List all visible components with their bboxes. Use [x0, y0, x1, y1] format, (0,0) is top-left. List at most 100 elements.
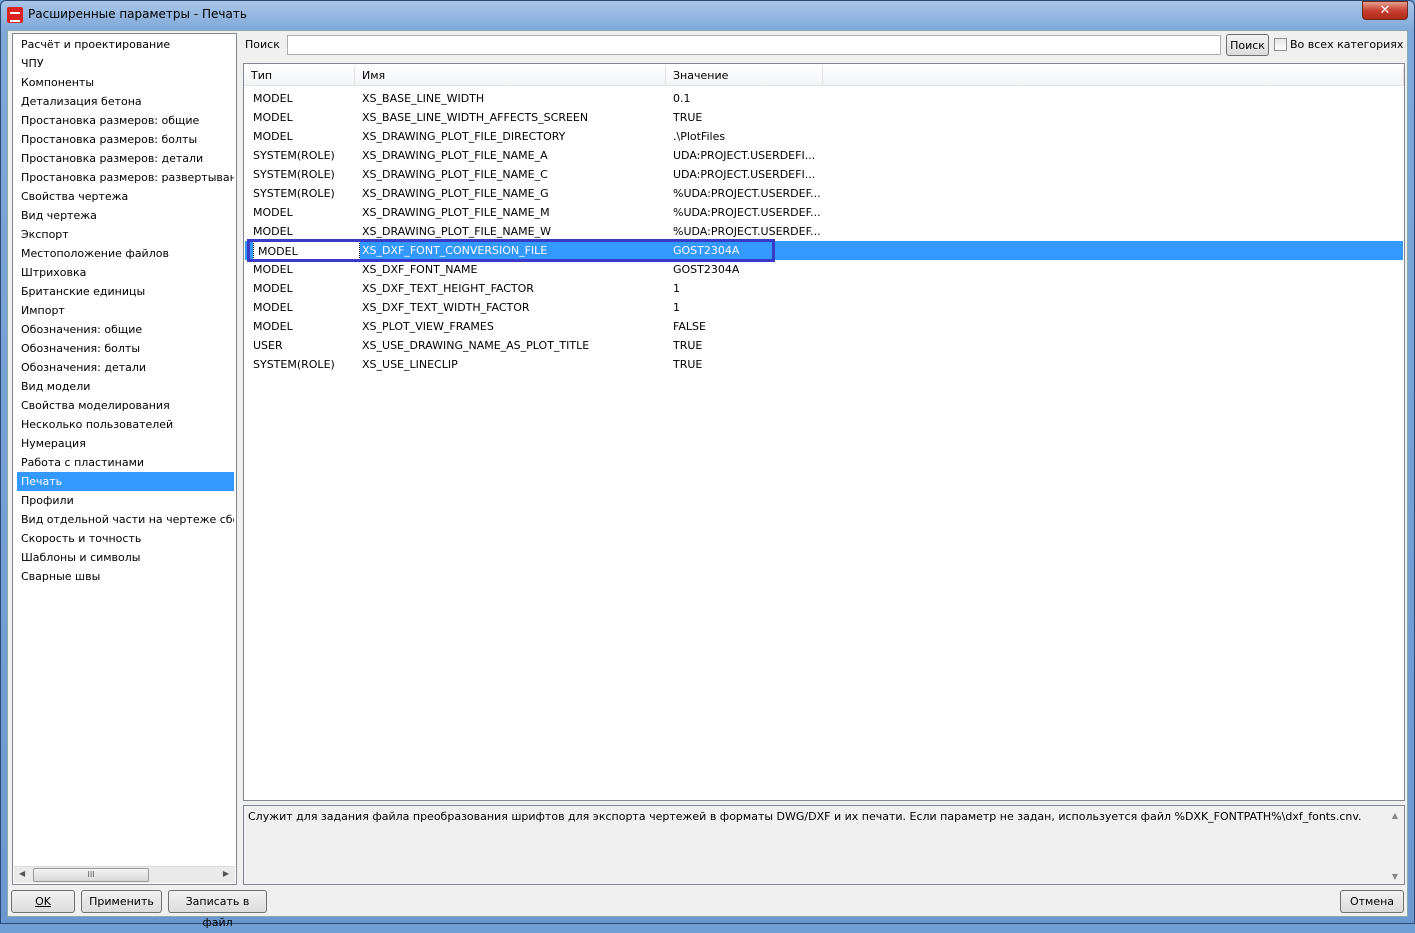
cell-type[interactable]: MODEL — [253, 108, 293, 127]
cell-type[interactable]: SYSTEM(ROLE) — [253, 355, 335, 374]
category-item[interactable]: Компоненты — [17, 73, 234, 92]
cell-name[interactable]: XS_DXF_TEXT_HEIGHT_FACTOR — [362, 279, 534, 298]
cell-value[interactable]: UDA:PROJECT.USERDEFI... — [673, 165, 815, 184]
horizontal-scrollbar[interactable]: ◀ III ▶ — [14, 866, 235, 883]
cell-name[interactable]: XS_PLOT_VIEW_FRAMES — [362, 317, 494, 336]
cell-value[interactable]: TRUE — [673, 336, 702, 355]
category-item[interactable]: Печать — [17, 472, 234, 491]
cell-name[interactable]: XS_DRAWING_PLOT_FILE_DIRECTORY — [362, 127, 565, 146]
category-item[interactable]: Экспорт — [17, 225, 234, 244]
category-item[interactable]: Детализация бетона — [17, 92, 234, 111]
cell-value[interactable]: 1 — [673, 279, 680, 298]
ok-button[interactable]: OK — [11, 890, 75, 913]
table-row[interactable]: MODEL XS_DRAWING_PLOT_FILE_NAME_W %UDA:PRO… — [245, 222, 1403, 241]
cell-value[interactable]: %UDA:PROJECT.USERDEF... — [673, 222, 821, 241]
category-item[interactable]: Импорт — [17, 301, 234, 320]
cell-value[interactable]: %UDA:PROJECT.USERDEF... — [673, 184, 821, 203]
cancel-button[interactable]: Отмена — [1340, 890, 1404, 913]
category-item[interactable]: Штриховка — [17, 263, 234, 282]
cell-name[interactable]: XS_DXF_TEXT_WIDTH_FACTOR — [362, 298, 530, 317]
table-row[interactable]: MODEL XS_PLOT_VIEW_FRAMES FALSE — [245, 317, 1403, 336]
cell-name[interactable]: XS_DRAWING_PLOT_FILE_NAME_W — [362, 222, 551, 241]
category-item[interactable]: Работа с пластинами — [17, 453, 234, 472]
cell-type[interactable]: MODEL — [253, 241, 360, 262]
scroll-left-icon[interactable]: ◀ — [19, 869, 25, 878]
apply-button[interactable]: Применить — [81, 890, 162, 913]
cell-name[interactable]: XS_USE_DRAWING_NAME_AS_PLOT_TITLE — [362, 336, 589, 355]
close-button[interactable]: ✕ — [1362, 1, 1408, 20]
search-button[interactable]: Поиск — [1226, 34, 1269, 56]
header-type[interactable]: Тип — [244, 66, 355, 86]
cell-type[interactable]: MODEL — [253, 203, 293, 222]
cell-value[interactable]: %UDA:PROJECT.USERDEF... — [673, 203, 821, 222]
category-item[interactable]: Простановка размеров: болты — [17, 130, 234, 149]
cell-value[interactable]: TRUE — [673, 355, 702, 374]
table-row[interactable]: MODEL XS_DRAWING_PLOT_FILE_NAME_M %UDA:PRO… — [245, 203, 1403, 222]
category-item[interactable]: Профили — [17, 491, 234, 510]
cell-name[interactable]: XS_BASE_LINE_WIDTH_AFFECTS_SCREEN — [362, 108, 588, 127]
table-row[interactable]: MODEL XS_DXF_TEXT_WIDTH_FACTOR 1 — [245, 298, 1403, 317]
category-item[interactable]: Скорость и точность — [17, 529, 234, 548]
cell-type[interactable]: MODEL — [253, 89, 293, 108]
category-item[interactable]: Простановка размеров: детали — [17, 149, 234, 168]
table-row[interactable]: SYSTEM(ROLE) XS_DRAWING_PLOT_FILE_NAME_C U… — [245, 165, 1403, 184]
cell-type[interactable]: USER — [253, 336, 283, 355]
category-item[interactable]: Свойства чертежа — [17, 187, 234, 206]
cell-value[interactable]: 1 — [673, 298, 680, 317]
category-item[interactable]: Расчёт и проектирование — [17, 35, 234, 54]
vertical-scrollbar[interactable]: ▲ ▼ — [1387, 807, 1403, 883]
scroll-thumb[interactable]: III — [33, 868, 149, 882]
cell-name[interactable]: XS_DRAWING_PLOT_FILE_NAME_A — [362, 146, 548, 165]
category-item[interactable]: ЧПУ — [17, 54, 234, 73]
table-row[interactable]: MODEL XS_DRAWING_PLOT_FILE_DIRECTORY .\Plo… — [245, 127, 1403, 146]
cell-value[interactable]: UDA:PROJECT.USERDEFI... — [673, 146, 815, 165]
cell-value[interactable]: TRUE — [673, 108, 702, 127]
cell-type[interactable]: SYSTEM(ROLE) — [253, 165, 335, 184]
table-row[interactable]: MODEL XS_DXF_FONT_CONVERSION_FILE GOST2304… — [245, 239, 1403, 262]
search-input[interactable] — [287, 35, 1221, 55]
category-item[interactable]: Вид модели — [17, 377, 234, 396]
category-item[interactable]: Вид отдельной части на чертеже сборки — [17, 510, 234, 529]
cell-type[interactable]: SYSTEM(ROLE) — [253, 146, 335, 165]
cell-type[interactable]: SYSTEM(ROLE) — [253, 184, 335, 203]
scroll-right-icon[interactable]: ▶ — [223, 869, 229, 878]
cell-value[interactable]: GOST2304A — [673, 241, 739, 260]
cell-value[interactable]: FALSE — [673, 317, 706, 336]
cell-type[interactable]: MODEL — [253, 279, 293, 298]
category-item[interactable]: Обозначения: общие — [17, 320, 234, 339]
cell-name[interactable]: XS_BASE_LINE_WIDTH — [362, 89, 484, 108]
table-row[interactable]: SYSTEM(ROLE) XS_USE_LINECLIP TRUE — [245, 355, 1403, 374]
cell-name[interactable]: XS_DXF_FONT_CONVERSION_FILE — [362, 241, 547, 260]
cell-name[interactable]: XS_USE_LINECLIP — [362, 355, 458, 374]
category-item[interactable]: Местоположение файлов — [17, 244, 234, 263]
table-row[interactable]: SYSTEM(ROLE) XS_DRAWING_PLOT_FILE_NAME_A U… — [245, 146, 1403, 165]
cell-type[interactable]: MODEL — [253, 260, 293, 279]
category-item[interactable]: Обозначения: болты — [17, 339, 234, 358]
header-value[interactable]: Значение — [666, 66, 823, 86]
header-name[interactable]: Имя — [355, 66, 666, 86]
cell-name[interactable]: XS_DRAWING_PLOT_FILE_NAME_G — [362, 184, 549, 203]
category-item[interactable]: Обозначения: детали — [17, 358, 234, 377]
category-item[interactable]: Простановка размеров: развертывание — [17, 168, 234, 187]
category-item[interactable]: Нумерация — [17, 434, 234, 453]
cell-name[interactable]: XS_DRAWING_PLOT_FILE_NAME_M — [362, 203, 550, 222]
table-row[interactable]: SYSTEM(ROLE) XS_DRAWING_PLOT_FILE_NAME_G%… — [245, 184, 1403, 203]
category-item[interactable]: Шаблоны и символы — [17, 548, 234, 567]
category-item[interactable]: Сварные швы — [17, 567, 234, 586]
table-row[interactable]: USER XS_USE_DRAWING_NAME_AS_PLOT_TITLE TRU… — [245, 336, 1403, 355]
cell-type[interactable]: MODEL — [253, 317, 293, 336]
cell-value[interactable]: 0.1 — [673, 89, 691, 108]
save-to-file-button[interactable]: Записать в файл — [168, 890, 267, 929]
category-item[interactable]: Несколько пользователей — [17, 415, 234, 434]
cell-type[interactable]: MODEL — [253, 222, 293, 241]
cell-type[interactable]: MODEL — [253, 298, 293, 317]
cell-name[interactable]: XS_DXF_FONT_NAME — [362, 260, 477, 279]
table-row[interactable]: MODEL XS_DXF_FONT_NAME GOST2304A — [245, 260, 1403, 279]
table-row[interactable]: MODEL XS_DXF_TEXT_HEIGHT_FACTOR 1 — [245, 279, 1403, 298]
cell-value[interactable]: GOST2304A — [673, 260, 739, 279]
table-row[interactable]: MODEL XS_BASE_LINE_WIDTH_AFFECTS_SCREEN TR… — [245, 108, 1403, 127]
all-categories-checkbox[interactable] — [1274, 38, 1287, 51]
category-item[interactable]: Свойства моделирования — [17, 396, 234, 415]
category-item[interactable]: Британские единицы — [17, 282, 234, 301]
cell-value[interactable]: .\PlotFiles — [673, 127, 725, 146]
